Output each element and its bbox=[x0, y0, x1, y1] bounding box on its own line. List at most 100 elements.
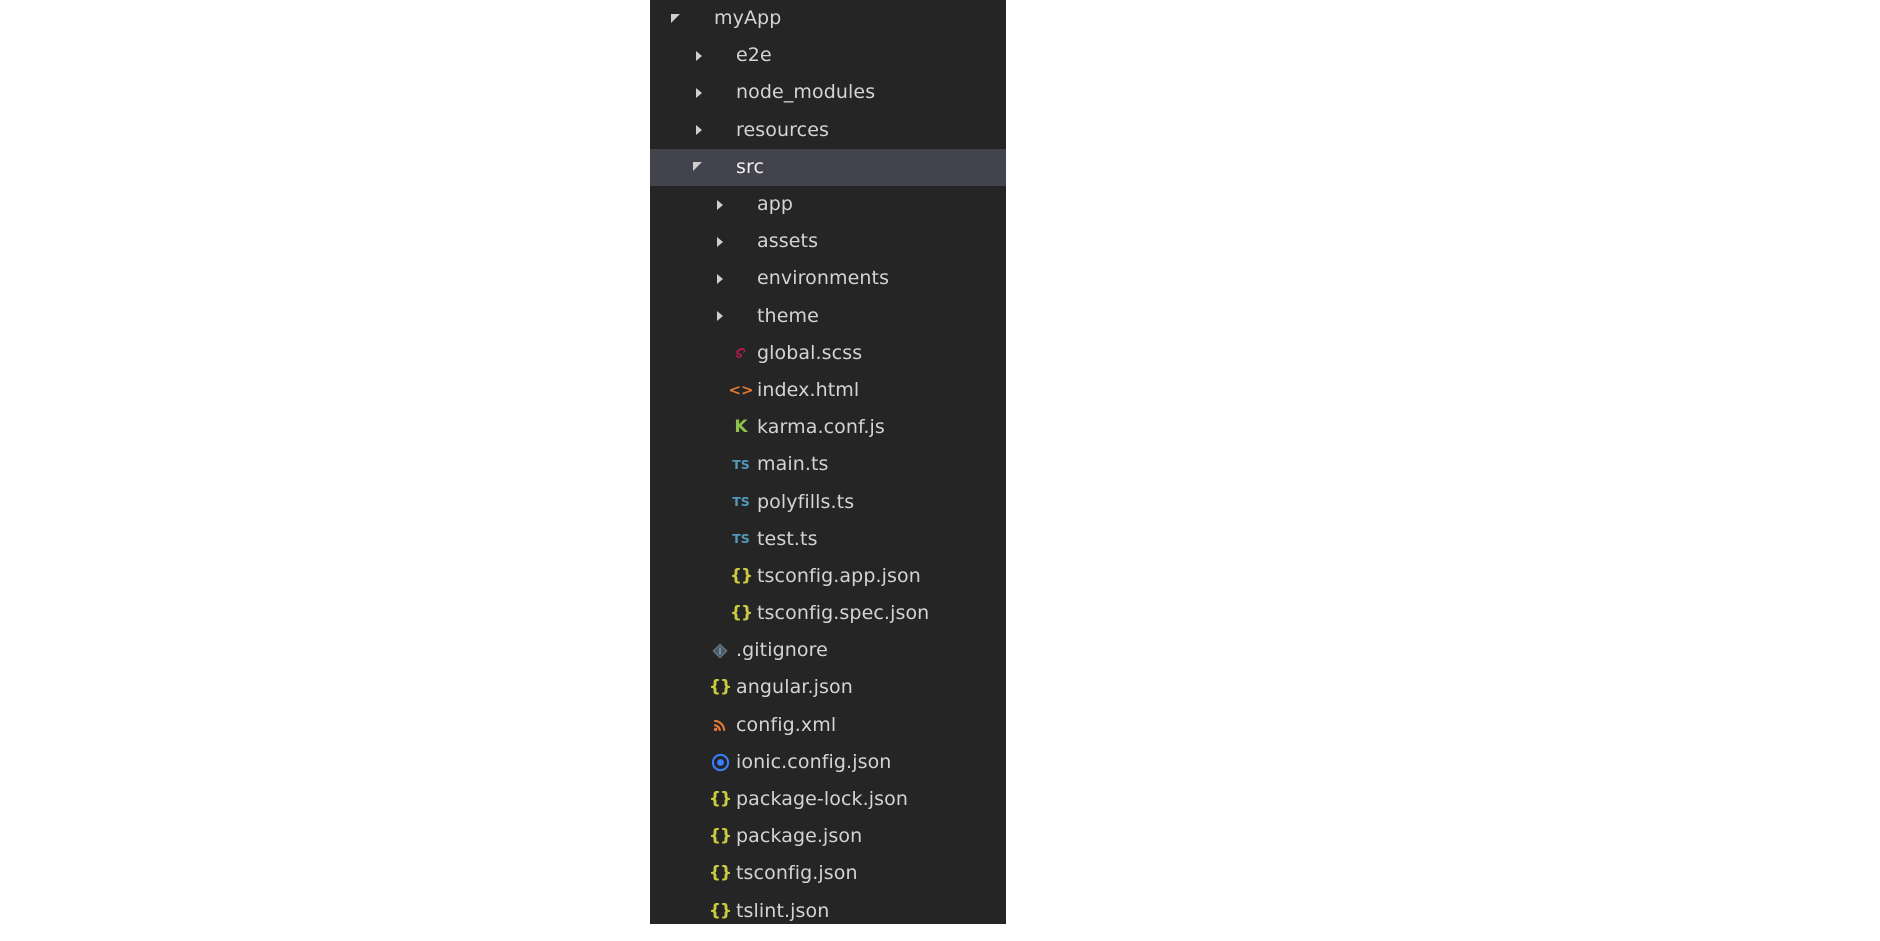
folder-icon-placeholder bbox=[687, 8, 709, 30]
tree-item-label: angular.json bbox=[736, 676, 853, 699]
tree-item-label: tsconfig.spec.json bbox=[757, 602, 930, 625]
folder-icon-placeholder bbox=[709, 45, 731, 67]
tree-folder-row[interactable]: myApp bbox=[650, 0, 1006, 37]
tree-folder-row[interactable]: e2e bbox=[650, 37, 1006, 74]
no-chevron-spacer bbox=[692, 829, 708, 845]
typescript-file-icon: TS bbox=[732, 456, 750, 472]
no-chevron-spacer bbox=[713, 494, 729, 510]
tree-folder-row[interactable]: app bbox=[650, 186, 1006, 223]
tree-item-label: package-lock.json bbox=[736, 788, 909, 811]
tree-file-row[interactable]: TS main.ts bbox=[650, 446, 1006, 483]
tree-file-row[interactable]: .gitignore bbox=[650, 632, 1006, 669]
tree-item-label: tsconfig.json bbox=[736, 862, 858, 885]
tree-item-label: e2e bbox=[736, 44, 772, 67]
typescript-file-icon: TS bbox=[732, 493, 750, 509]
tree-item-label: environments bbox=[757, 267, 890, 290]
no-chevron-spacer bbox=[713, 606, 729, 622]
tree-item-label: test.ts bbox=[757, 527, 818, 550]
tree-item-label: src bbox=[736, 155, 765, 178]
tree-file-row[interactable]: TS test.ts bbox=[650, 521, 1006, 558]
tree-item-label: theme bbox=[757, 304, 819, 327]
folder-icon-placeholder bbox=[709, 156, 731, 178]
tree-item-label: myApp bbox=[714, 7, 782, 30]
no-chevron-spacer bbox=[713, 568, 729, 584]
tree-item-label: global.scss bbox=[757, 341, 863, 364]
json-file-icon: {} bbox=[708, 677, 732, 698]
no-chevron-spacer bbox=[713, 345, 729, 361]
typescript-file-icon: TS bbox=[732, 530, 750, 546]
no-chevron-spacer bbox=[713, 531, 729, 547]
tree-file-row[interactable]: {} tsconfig.app.json bbox=[650, 558, 1006, 595]
gitignore-file-icon bbox=[709, 640, 731, 662]
chevron-down-icon[interactable] bbox=[692, 159, 708, 175]
tree-folder-row[interactable]: assets bbox=[650, 223, 1006, 260]
tree-file-row[interactable]: {} tslint.json bbox=[650, 893, 1006, 925]
chevron-right-icon[interactable] bbox=[692, 48, 708, 64]
chevron-right-icon[interactable] bbox=[713, 271, 729, 287]
file-tree: myApp e2e node_modules resources src app asset… bbox=[650, 0, 1006, 924]
no-chevron-spacer bbox=[692, 754, 708, 770]
tree-item-label: tslint.json bbox=[736, 899, 830, 922]
no-chevron-spacer bbox=[713, 382, 729, 398]
folder-icon-placeholder bbox=[730, 194, 752, 216]
tree-item-label: package.json bbox=[736, 825, 863, 848]
no-chevron-spacer bbox=[692, 866, 708, 882]
no-chevron-spacer bbox=[692, 643, 708, 659]
chevron-right-icon[interactable] bbox=[713, 308, 729, 324]
tree-file-row[interactable]: ionic.config.json bbox=[650, 744, 1006, 781]
no-chevron-spacer bbox=[692, 717, 708, 733]
tree-file-row[interactable]: {} package-lock.json bbox=[650, 781, 1006, 818]
tree-folder-row[interactable]: environments bbox=[650, 260, 1006, 297]
html-file-icon: <> bbox=[728, 380, 754, 399]
tree-item-label: index.html bbox=[757, 378, 860, 401]
json-file-icon: {} bbox=[708, 826, 732, 847]
tree-file-row[interactable]: <> index.html bbox=[650, 372, 1006, 409]
json-file-icon: {} bbox=[729, 603, 753, 624]
tree-folder-row[interactable]: node_modules bbox=[650, 74, 1006, 111]
json-file-icon: {} bbox=[708, 789, 732, 810]
chevron-right-icon[interactable] bbox=[692, 85, 708, 101]
tree-item-label: node_modules bbox=[736, 81, 876, 104]
ionic-file-icon bbox=[709, 751, 731, 773]
tree-item-label: config.xml bbox=[736, 713, 837, 736]
folder-icon-placeholder bbox=[709, 82, 731, 104]
json-file-icon: {} bbox=[729, 565, 753, 586]
xml-file-icon bbox=[709, 714, 731, 736]
file-explorer-panel[interactable]: myApp e2e node_modules resources src app asset… bbox=[650, 0, 1006, 924]
no-chevron-spacer bbox=[713, 457, 729, 473]
tree-item-label: tsconfig.app.json bbox=[757, 564, 921, 587]
json-file-icon: {} bbox=[708, 900, 732, 921]
tree-item-label: ionic.config.json bbox=[736, 750, 892, 773]
no-chevron-spacer bbox=[713, 420, 729, 436]
tree-file-row[interactable]: {} tsconfig.spec.json bbox=[650, 595, 1006, 632]
chevron-right-icon[interactable] bbox=[713, 234, 729, 250]
folder-icon-placeholder bbox=[730, 268, 752, 290]
tree-item-label: karma.conf.js bbox=[757, 416, 885, 439]
tree-file-row[interactable]: Kkarma.conf.js bbox=[650, 409, 1006, 446]
tree-file-row[interactable]: config.xml bbox=[650, 707, 1006, 744]
tree-file-row[interactable]: global.scss bbox=[650, 335, 1006, 372]
tree-item-label: main.ts bbox=[757, 453, 829, 476]
tree-folder-row[interactable]: theme bbox=[650, 298, 1006, 335]
karma-file-icon: K bbox=[734, 417, 748, 438]
tree-folder-row[interactable]: resources bbox=[650, 112, 1006, 149]
tree-item-label: app bbox=[757, 193, 794, 216]
tree-item-label: .gitignore bbox=[736, 639, 828, 662]
folder-icon-placeholder bbox=[730, 231, 752, 253]
tree-item-label: polyfills.ts bbox=[757, 490, 855, 513]
scss-file-icon bbox=[730, 342, 752, 364]
chevron-right-icon[interactable] bbox=[713, 197, 729, 213]
tree-item-label: resources bbox=[736, 118, 829, 141]
folder-icon-placeholder bbox=[709, 119, 731, 141]
no-chevron-spacer bbox=[692, 680, 708, 696]
folder-icon-placeholder bbox=[730, 305, 752, 327]
tree-file-row[interactable]: {} package.json bbox=[650, 818, 1006, 855]
chevron-down-icon[interactable] bbox=[670, 11, 686, 27]
chevron-right-icon[interactable] bbox=[692, 122, 708, 138]
tree-item-label: assets bbox=[757, 230, 819, 253]
tree-file-row[interactable]: {} angular.json bbox=[650, 669, 1006, 706]
tree-folder-row[interactable]: src bbox=[650, 148, 1006, 186]
tree-file-row[interactable]: {} tsconfig.json bbox=[650, 855, 1006, 892]
no-chevron-spacer bbox=[692, 903, 708, 919]
tree-file-row[interactable]: TS polyfills.ts bbox=[650, 483, 1006, 520]
